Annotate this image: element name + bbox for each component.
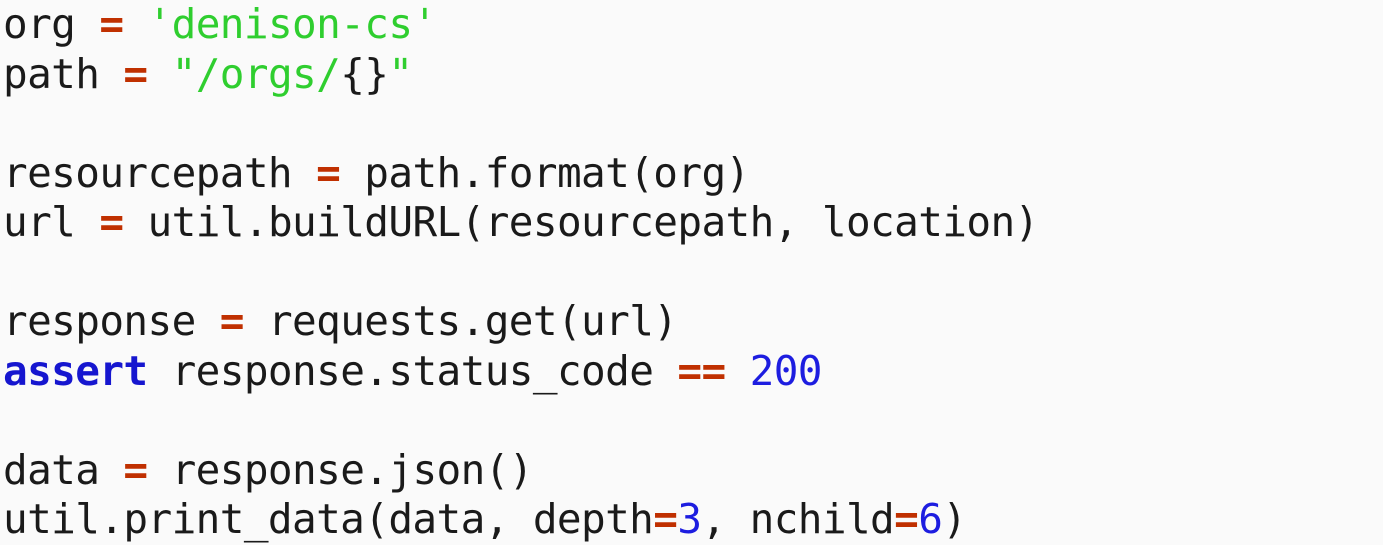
code-token-plain: requests.get(url) [243, 297, 678, 345]
code-token-plain: ) [942, 495, 967, 543]
code-token-plain: org [3, 0, 100, 48]
code-line: resourcepath = path.format(org) [0, 149, 1383, 199]
code-token-plain: data [3, 445, 124, 494]
code-line: assert response.status_code == 200 [0, 347, 1383, 397]
code-token-op: = [894, 495, 919, 543]
code-token-plain: response [3, 297, 220, 345]
code-token-keyword: assert [3, 346, 148, 395]
code-token-op: = [123, 445, 148, 494]
code-token-op: = [316, 148, 341, 197]
code-token-op: = [99, 198, 124, 246]
code-token-plain: , nchild [701, 495, 895, 543]
code-token-number: 6 [918, 495, 943, 543]
code-token-plain: url [3, 198, 100, 246]
code-token-plain: util.print_data(data, depth [3, 495, 654, 543]
code-token-number: 3 [677, 495, 702, 543]
code-token-brace: {} [340, 49, 389, 98]
code-line: url = util.buildURL(resourcepath, locati… [0, 198, 1383, 248]
code-token-op: = [653, 495, 678, 543]
code-listing: org = 'denison-cs' path = "/orgs/{}" resou… [0, 0, 1383, 544]
code-line: response = requests.get(url) [0, 297, 1383, 347]
code-token-string: " [388, 49, 413, 98]
code-token-string: "/orgs/ [171, 49, 341, 98]
code-token-op: = [219, 297, 245, 345]
code-token-plain: response.status_code [147, 346, 678, 395]
code-token-plain: resourcepath [3, 148, 317, 197]
code-token-plain: util.buildURL(resourcepath, location) [123, 198, 1040, 246]
code-line: org = 'denison-cs' [0, 0, 1383, 50]
code-token-string: 'denison-cs' [147, 0, 438, 48]
code-token-number: 200 [749, 346, 823, 395]
code-token-plain: path.format(org) [340, 148, 750, 197]
code-token-plain: path [3, 49, 124, 98]
code-token-op: == [677, 346, 726, 395]
code-token-plain: response.json() [147, 445, 534, 494]
code-token-op: = [123, 49, 148, 98]
code-line: util.print_data(data, depth=3, nchild=6) [0, 495, 1383, 545]
code-token-op: = [99, 0, 124, 48]
code-line: path = "/orgs/{}" [0, 50, 1383, 100]
code-line: data = response.json() [0, 446, 1383, 496]
